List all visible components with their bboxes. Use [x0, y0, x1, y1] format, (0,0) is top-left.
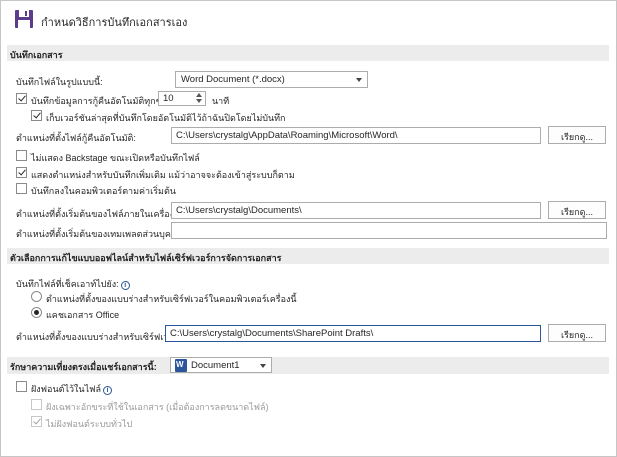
embed-subset-label: ฝังเฉพาะอักขระที่ใช้ในเอกสาร (เมื่อต้องก… — [46, 402, 269, 412]
word-options-save-pane: กำหนดวิธีการบันทึกเอกสารเอง บันทึกเอกสาร… — [0, 0, 617, 457]
save-floppy-icon — [15, 10, 33, 28]
page-title: กำหนดวิธีการบันทึกเอกสารเอง — [41, 17, 188, 29]
show-additional-locations-label: แสดงตำแหน่งสำหรับบันทึกเพิ่มเติม แม้ว่าอ… — [31, 170, 295, 180]
no-backstage-label: ไม่แสดง Backstage ขณะเปิดหรือบันทึกไฟล์ — [31, 153, 200, 163]
section-header-fidelity: รักษาความเที่ยงตรงเมื่อแชร์เอกสารนี้: — [7, 357, 609, 374]
no-common-fonts-label: ไม่ฝังฟอนต์ระบบทั่วไป — [46, 419, 133, 429]
section-header-offline: ตัวเลือกการแก้ไขแบบออฟไลน์สำหรับไฟล์เซิร… — [7, 248, 609, 264]
embed-subset-checkbox[interactable] — [31, 399, 42, 410]
info-icon: i — [102, 386, 112, 395]
fidelity-title: รักษาความเที่ยงตรงเมื่อแชร์เอกสารนี้: — [10, 362, 157, 372]
info-icon: i — [120, 281, 130, 290]
embed-fonts-checkbox[interactable] — [16, 381, 27, 392]
radio-server-drafts-label: ตำแหน่งที่ตั้งของแบบร่างสำหรับเซิร์ฟเวอร… — [46, 294, 297, 304]
show-additional-locations-checkbox[interactable] — [16, 167, 27, 178]
autorecover-minutes-spinner[interactable]: 10 — [158, 91, 206, 106]
autorecover-location-input[interactable]: C:\Users\crystalg\AppData\Roaming\Micros… — [171, 127, 541, 144]
fidelity-document-select[interactable]: Document1 — [170, 357, 272, 373]
server-drafts-location-label: ตำแหน่งที่ตั้งของแบบร่างสำหรับเซิร์ฟเวอร… — [16, 332, 182, 342]
autorecover-minutes-value: 10 — [163, 93, 174, 104]
templates-location-input[interactable] — [171, 222, 607, 239]
save-checked-out-text: บันทึกไฟล์ที่เช็คเอาท์ไปยัง: — [16, 279, 119, 289]
browse-server-drafts-button[interactable]: เรียกดู... — [548, 324, 606, 342]
autorecover-location-label: ตำแหน่งที่ตั้งไฟล์กู้คืนอัตโนมัติ: — [16, 133, 136, 143]
keep-last-version-label: เก็บเวอร์ชันล่าสุดที่บันทึกโดยอัตโนมัติไ… — [46, 113, 286, 123]
browse-autorecover-button[interactable]: เรียกดู... — [548, 126, 606, 144]
word-document-icon — [175, 359, 187, 372]
save-format-label: บันทึกไฟล์ในรูปแบบนี้: — [16, 77, 103, 87]
no-backstage-checkbox[interactable] — [16, 150, 27, 161]
radio-server-drafts[interactable] — [31, 291, 42, 302]
browse-local-button[interactable]: เรียกดู... — [548, 201, 606, 219]
server-drafts-location-input[interactable]: C:\Users\crystalg\Documents\SharePoint D… — [165, 325, 541, 342]
embed-fonts-text: ฝังฟอนต์ไว้ในไฟล์ — [31, 384, 101, 394]
autorecover-checkbox[interactable] — [16, 93, 27, 104]
chevron-down-icon — [260, 364, 266, 368]
no-common-fonts-checkbox[interactable] — [31, 416, 42, 427]
default-local-location-label: ตำแหน่งที่ตั้งเริ่มต้นของไฟล์ภายในเครื่อ… — [16, 209, 177, 219]
minutes-label: นาที — [212, 96, 230, 106]
embed-fonts-label: ฝังฟอนต์ไว้ในไฟล์ i — [31, 382, 112, 396]
keep-last-version-checkbox[interactable] — [31, 110, 42, 121]
spinner-arrows-icon[interactable] — [196, 93, 203, 104]
radio-office-cache-label: แคชเอกสาร Office — [46, 310, 120, 320]
chevron-down-icon — [356, 78, 362, 82]
save-format-value: Word Document (*.docx) — [181, 74, 285, 85]
save-to-computer-label: บันทึกลงในคอมพิวเตอร์ตามค่าเริ่มต้น — [31, 186, 176, 196]
save-checked-out-label: บันทึกไฟล์ที่เช็คเอาท์ไปยัง: i — [16, 277, 130, 291]
default-local-location-input[interactable]: C:\Users\crystalg\Documents\ — [171, 202, 541, 219]
fidelity-document-value: Document1 — [191, 360, 240, 371]
save-format-select[interactable]: Word Document (*.docx) — [175, 71, 368, 88]
radio-office-cache[interactable] — [31, 307, 42, 318]
templates-location-label: ตำแหน่งที่ตั้งเริ่มต้นของเทมเพลตส่วนบุคค… — [16, 229, 185, 239]
save-to-computer-checkbox[interactable] — [16, 183, 27, 194]
autorecover-label: บันทึกข้อมูลการกู้คืนอัตโนมัติทุกๆ — [31, 96, 161, 106]
section-header-save: บันทึกเอกสาร — [7, 45, 609, 61]
